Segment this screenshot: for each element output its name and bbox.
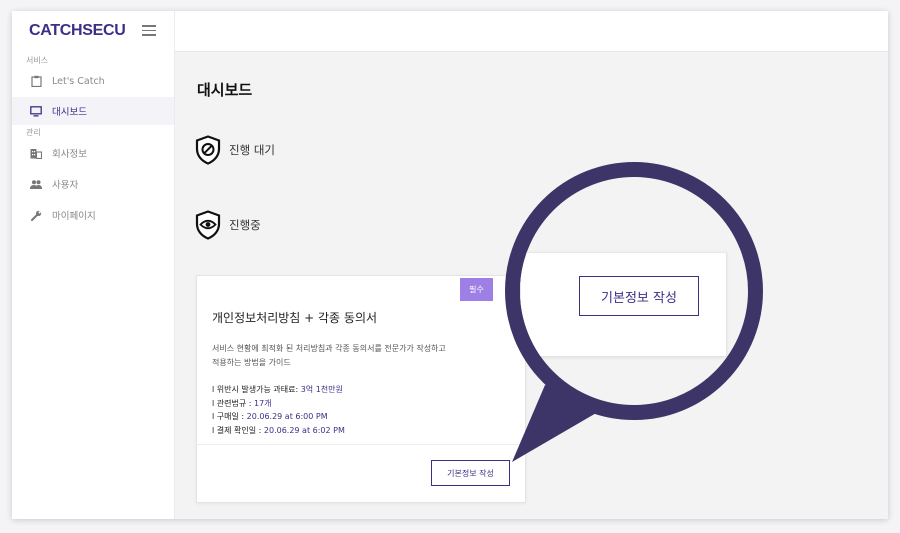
monitor-icon [30,105,42,117]
card-description-line: 서비스 현황에 최적화 된 처리방침과 각종 동의서를 전문가가 작성하고 [212,344,446,353]
detail-label: l 구매일 : [212,412,247,421]
sidebar-item-label: 회사정보 [52,149,87,160]
card-description: 서비스 현황에 최적화 된 처리방침과 각종 동의서를 전문가가 작성하고 적용… [212,342,502,370]
card-title: 개인정보처리방침 + 각종 동의서 [212,311,378,325]
sidebar-item-label: 사용자 [52,180,79,191]
detail-value: 3억 1천만원 [300,385,343,394]
sidebar-item-lets-catch[interactable]: Let's Catch [12,67,174,95]
magnifier-callout: 기본정보 작성 [505,162,763,420]
clipboard-icon [30,75,42,87]
sidebar-item-label: Let's Catch [52,75,105,87]
detail-value: 20.06.29 at 6:02 PM [263,425,345,435]
page-title: 대시보드 [197,81,253,99]
magnified-card: 기본정보 작성 [520,252,727,357]
sidebar-section-service: 서비스 [26,56,49,65]
service-card: 필수 개인정보처리방침 + 각종 동의서 서비스 현황에 최적화 된 처리방침과… [196,275,526,503]
detail-label: l 관련법규 : [212,398,254,408]
card-details: l 위반시 발생가능 과태료: 3억 1천만원 l 관련법규 : 17개 l 구… [212,383,345,437]
building-icon [30,147,42,159]
sidebar-item-users[interactable]: 사용자 [12,170,174,198]
detail-row-purchase-date: l 구매일 : 20.06.29 at 6:00 PM [212,410,345,424]
card-divider [197,444,525,445]
sidebar-item-label: 대시보드 [52,107,87,118]
sidebar-item-label: 마이페이지 [52,211,96,222]
top-bar [175,11,888,52]
sidebar-item-dashboard[interactable]: 대시보드 [12,97,174,125]
detail-value: 20.06.29 at 6:00 PM [246,412,328,421]
magnified-basic-info-button[interactable]: 기본정보 작성 [579,276,699,316]
sidebar: CATCHSECU 서비스 Let's Catch 대시보드 관리 회사정보 사… [12,11,175,519]
people-icon [30,178,42,190]
status-in-progress[interactable]: 진행중 [195,210,261,240]
menu-toggle-icon[interactable] [142,25,156,36]
detail-row-fine: l 위반시 발생가능 과태료: 3억 1천만원 [212,383,345,397]
logo[interactable]: CATCHSECU [29,22,126,40]
detail-value: 17개 [254,398,272,408]
status-label: 진행중 [229,218,261,232]
sidebar-section-manage: 관리 [26,128,41,137]
sidebar-item-mypage[interactable]: 마이페이지 [12,201,174,229]
shield-eye-icon [195,210,221,240]
detail-label: l 결제 확인일 : [212,425,264,435]
status-label: 진행 대기 [229,143,275,157]
sidebar-item-company-info[interactable]: 회사정보 [12,139,174,167]
required-badge: 필수 [460,278,493,301]
basic-info-button[interactable]: 기본정보 작성 [431,460,510,486]
detail-label: l 위반시 발생가능 과태료: [212,385,301,394]
shield-block-icon [195,135,221,165]
wrench-icon [30,209,42,221]
detail-row-laws: l 관련법규 : 17개 [212,397,345,411]
status-waiting[interactable]: 진행 대기 [195,135,275,165]
card-description-line: 적용하는 방법을 가이드 [212,358,291,367]
detail-row-payment-date: l 결제 확인일 : 20.06.29 at 6:02 PM [212,424,345,438]
